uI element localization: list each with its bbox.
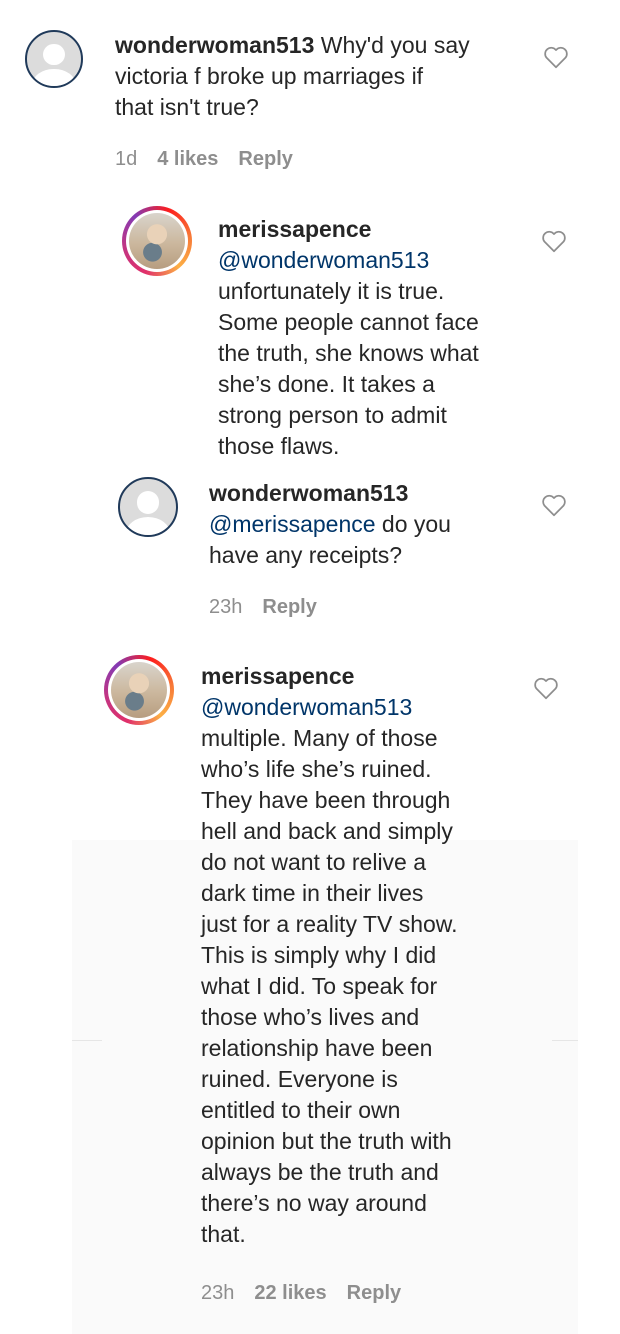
mention-link[interactable]: @wonderwoman513	[218, 247, 429, 273]
comment-text: merissapence @wonderwoman513 unfortunate…	[218, 214, 538, 462]
comment-meta: 23h 22 likes Reply	[201, 1282, 421, 1305]
divider-left	[72, 1040, 102, 1041]
timestamp[interactable]: 1d	[115, 148, 137, 170]
profile-photo	[111, 662, 167, 718]
comment-body: multiple. Many of those who’s life she’s…	[201, 725, 458, 1247]
reply-button[interactable]: Reply	[238, 148, 292, 170]
divider-right	[552, 1040, 578, 1041]
avatar[interactable]	[122, 206, 192, 276]
heart-outline-icon[interactable]	[541, 493, 567, 517]
username-link[interactable]: merissapence	[201, 663, 354, 689]
likes-count[interactable]: 22 likes	[254, 1282, 326, 1304]
heart-outline-icon[interactable]	[541, 229, 567, 253]
timestamp[interactable]: 23h	[201, 1282, 234, 1304]
heart-outline-icon[interactable]	[533, 676, 559, 700]
comment-text: wonderwoman513 Why'd you say victoria f …	[115, 30, 535, 123]
username-link[interactable]: merissapence	[218, 216, 371, 242]
avatar[interactable]	[25, 30, 83, 88]
mention-link[interactable]: @wonderwoman513	[201, 694, 412, 720]
likes-count[interactable]: 4 likes	[157, 148, 218, 170]
comment-text: merissapence @wonderwoman513 multiple. M…	[201, 661, 531, 1250]
mention-link[interactable]: @merissapence	[209, 511, 376, 537]
comment-text: wonderwoman513 @merissapence do you have…	[209, 478, 529, 571]
username-link[interactable]: wonderwoman513	[115, 32, 314, 58]
avatar[interactable]	[104, 655, 174, 725]
username-link[interactable]: wonderwoman513	[209, 480, 408, 506]
timestamp[interactable]: 23h	[209, 596, 242, 618]
reply-button[interactable]: Reply	[347, 1282, 401, 1304]
comment-meta: 23h Reply	[209, 596, 337, 619]
heart-outline-icon[interactable]	[543, 45, 569, 69]
comment-body: unfortunately it is true. Some people ca…	[218, 278, 479, 459]
comment-meta: 1d 4 likes Reply	[115, 148, 313, 171]
reply-button[interactable]: Reply	[262, 596, 316, 618]
avatar[interactable]	[118, 477, 178, 537]
profile-photo	[129, 213, 185, 269]
